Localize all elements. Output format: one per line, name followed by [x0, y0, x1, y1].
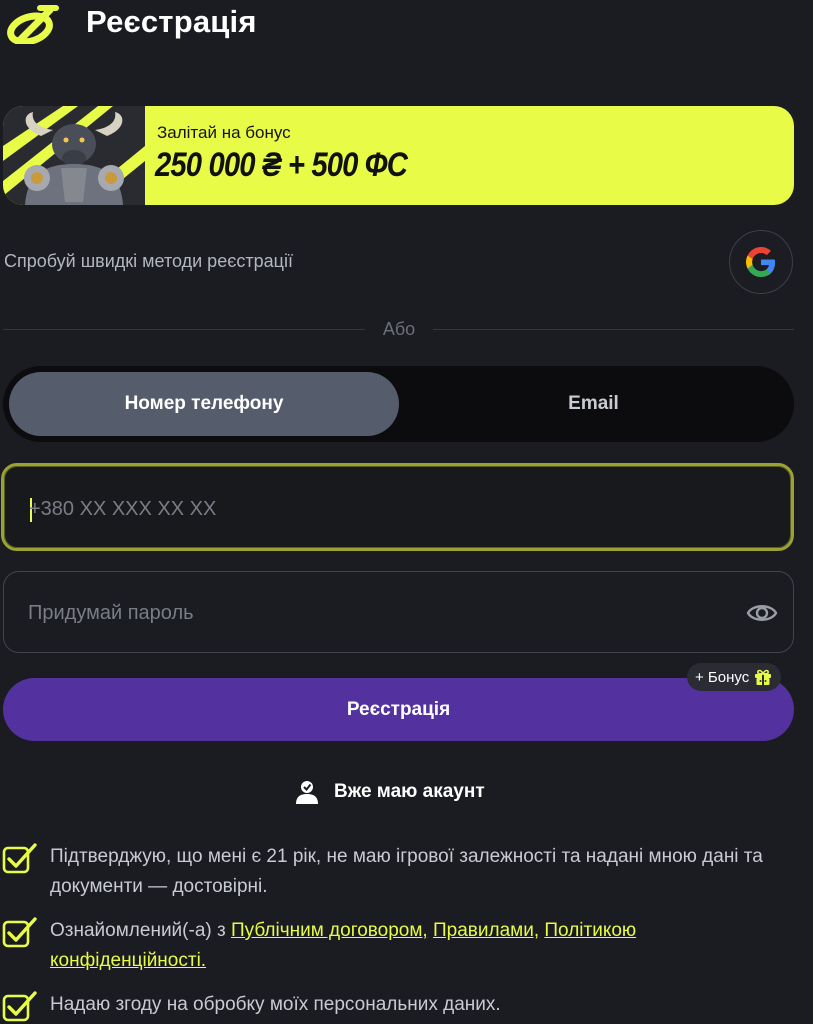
data-consent-text: Надаю згоду на обробку моїх персональних… [50, 994, 501, 1015]
age-agreement-text: Підтверджую, що мені є 21 рік, не маю іг… [50, 846, 763, 897]
password-input[interactable] [28, 598, 708, 628]
eye-icon[interactable] [746, 598, 778, 628]
login-link[interactable]: Вже маю акаунт [296, 778, 485, 806]
register-button[interactable]: Реєстрація [3, 678, 794, 741]
banner-amount: 250 000 ₴ + 500 ФС [155, 146, 408, 184]
bonus-banner[interactable]: Залітай на бонус 250 000 ₴ + 500 ФС [3, 106, 794, 205]
phone-input[interactable] [29, 494, 729, 524]
terms-agreement: Ознайомлений(-а) з Публічним договором, … [2, 916, 792, 976]
bonus-badge-label: + Бонус [695, 668, 750, 686]
tab-phone[interactable]: Номер телефону [9, 372, 399, 436]
login-link-label: Вже маю акаунт [334, 781, 485, 802]
divider-or-text: Або [382, 319, 416, 339]
checkbox-checked-icon[interactable] [2, 916, 40, 948]
terms-agreement-text: Ознайомлений(-а) з Публічним договором, … [50, 916, 792, 976]
public-contract-link[interactable]: Публічним договором, [231, 920, 428, 941]
gift-icon [755, 669, 772, 685]
data-consent-agreement: Надаю згоду на обробку моїх персональних… [2, 990, 792, 1022]
checkbox-checked-icon[interactable] [2, 990, 40, 1022]
checkbox-checked-icon[interactable] [2, 842, 40, 874]
terms-prefix: Ознайомлений(-а) з [50, 920, 226, 941]
password-field[interactable] [3, 571, 794, 653]
google-signup-button[interactable] [729, 230, 793, 294]
tab-email[interactable]: Email [399, 372, 788, 436]
age-agreement: Підтверджую, що мені є 21 рік, не маю іг… [2, 842, 792, 902]
signup-method-tabs: Номер телефону Email [3, 366, 794, 442]
quick-signup-text: Спробуй швидкі методи реєстрації [4, 251, 293, 271]
bull-warrior-image [3, 106, 145, 205]
user-check-icon [296, 781, 318, 804]
divider-right [433, 329, 794, 330]
divider-left [3, 329, 365, 330]
brand-logo-icon[interactable] [6, 4, 62, 46]
rules-link[interactable]: Правилами, [433, 920, 539, 941]
google-icon [746, 247, 776, 277]
bonus-badge[interactable]: + Бонус [687, 663, 782, 691]
banner-subtitle: Залітай на бонус [157, 123, 291, 142]
phone-field[interactable] [1, 463, 794, 551]
page-title: Реєстрація [86, 4, 257, 39]
